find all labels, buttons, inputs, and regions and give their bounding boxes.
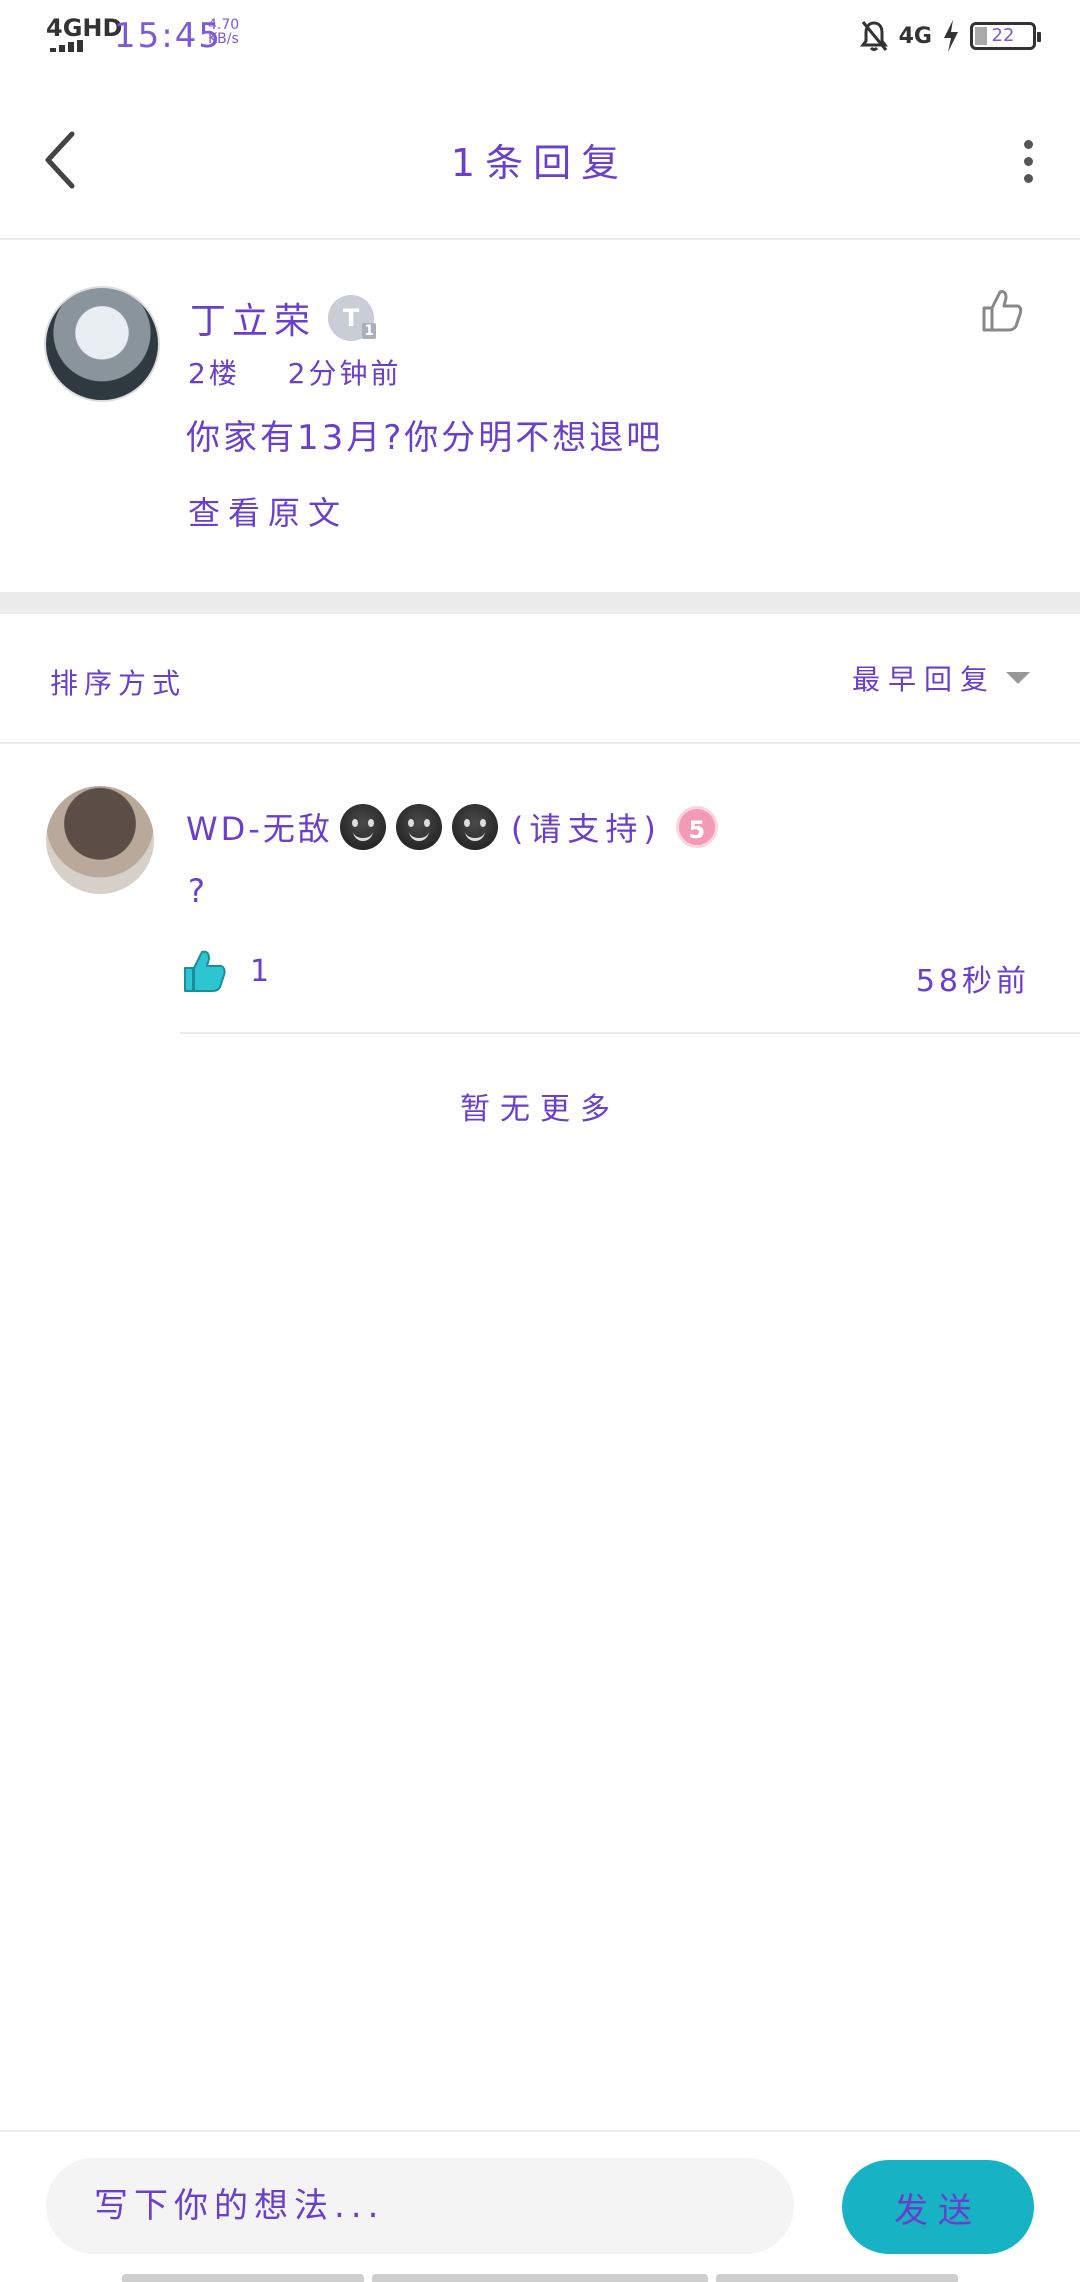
post-content: 你家有13月?你分明不想退吧: [186, 418, 664, 458]
speed-value: 4.70: [208, 17, 240, 33]
speed-unit: KB/s: [208, 31, 239, 47]
header: 1条回复: [0, 90, 1080, 240]
network-4g-label: 4G: [898, 23, 932, 49]
post-meta: 2楼 2分钟前: [188, 352, 401, 392]
status-bar: 4GHD 15:45 4.70 KB/s 4G 22: [0, 0, 1080, 70]
level-badge: T 1: [328, 295, 377, 341]
reply-time: 58秒前: [915, 964, 1030, 999]
author-name[interactable]: 丁立荣: [190, 292, 316, 344]
smiley-icon: [339, 804, 386, 850]
smiley-icon: [395, 804, 442, 850]
sort-row: 排序方式 最早回复: [0, 614, 1080, 744]
reply-like-button[interactable]: 1: [182, 948, 269, 994]
charging-icon: [944, 20, 958, 52]
thumbs-up-filled-icon: [184, 950, 226, 992]
more-vertical-icon: [1016, 134, 1040, 183]
network-type: 4GHD: [46, 14, 123, 42]
reply-content: ?: [188, 872, 205, 910]
sort-dropdown[interactable]: 最早回复: [852, 658, 1030, 698]
signal-icon: [50, 40, 86, 52]
battery-icon: 22: [970, 22, 1041, 50]
floor-number: 2楼: [188, 357, 240, 390]
reply-item: WD-无敌 (请支持) 5 ? 1 58秒前: [0, 744, 1080, 1034]
nav-hint: [716, 2274, 958, 2282]
level-badge-letter: T: [342, 304, 360, 332]
more-options-button[interactable]: [1016, 134, 1040, 194]
level-badge: 5: [675, 806, 718, 848]
comment-bar: 发送: [0, 2130, 1080, 2282]
reply-author-row: WD-无敌 (请支持) 5: [186, 804, 718, 850]
reply-author-suffix: (请支持): [510, 810, 662, 848]
send-button[interactable]: 发送: [842, 2160, 1034, 2254]
view-original-link[interactable]: 查看原文: [188, 488, 348, 534]
divider: [180, 1032, 1080, 1034]
network-speed: 4.70 KB/s: [208, 18, 239, 46]
smiley-icon: [451, 804, 498, 850]
author-row: 丁立荣 T 1: [190, 292, 377, 344]
mute-bell-icon: [859, 21, 888, 51]
sort-label: 排序方式: [50, 667, 187, 700]
avatar[interactable]: [46, 786, 154, 894]
status-icons: 4G 22: [859, 16, 1041, 56]
nav-hint: [122, 2274, 364, 2282]
page-title: 1条回复: [450, 141, 630, 185]
battery-level: 22: [991, 25, 1015, 46]
comment-input[interactable]: [46, 2158, 794, 2254]
clock: 15:45: [114, 16, 222, 56]
nav-hint: [372, 2274, 708, 2282]
like-count: 1: [250, 953, 270, 989]
caret-down-icon: [1006, 672, 1030, 684]
no-more-label: 暂无更多: [460, 1092, 620, 1127]
original-post: 丁立荣 T 1 2楼 2分钟前 你家有13月?你分明不想退吧 查看原文: [0, 240, 1080, 592]
post-time: 2分钟前: [287, 357, 402, 390]
avatar[interactable]: [44, 286, 160, 402]
thumbs-up-icon: [982, 290, 1023, 332]
like-button[interactable]: [980, 286, 1024, 334]
sort-value: 最早回复: [851, 663, 996, 696]
reply-author-name[interactable]: WD-无敌: [186, 804, 333, 850]
level-badge-number: 1: [362, 323, 377, 339]
section-divider: [0, 592, 1080, 614]
